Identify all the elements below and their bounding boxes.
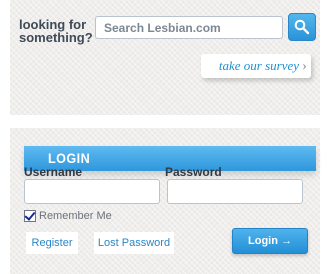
chevron-right-icon: › <box>302 58 307 74</box>
login-panel: LOGIN Username Password Remember Me Regi… <box>10 128 320 274</box>
lost-password-button[interactable]: Lost Password <box>94 232 174 254</box>
remember-me-checkbox[interactable] <box>24 209 36 222</box>
search-icon <box>294 19 310 35</box>
search-input[interactable] <box>95 16 283 39</box>
remember-me-option[interactable]: Remember Me <box>24 209 112 222</box>
survey-link-label: take our survey <box>218 58 299 73</box>
search-prompt-label: looking for something? <box>19 17 93 45</box>
login-button[interactable]: Login → <box>232 228 308 254</box>
username-label: Username <box>24 165 83 179</box>
search-panel: looking for something? take our survey› <box>10 0 320 115</box>
register-button[interactable]: Register <box>26 232 78 254</box>
remember-me-label: Remember Me <box>39 209 112 222</box>
survey-link[interactable]: take our survey › <box>201 54 311 78</box>
search-button[interactable] <box>288 13 316 41</box>
login-title: LOGIN <box>48 150 91 166</box>
password-label: Password <box>165 165 222 179</box>
password-field[interactable] <box>167 179 303 204</box>
username-field[interactable] <box>24 179 160 204</box>
